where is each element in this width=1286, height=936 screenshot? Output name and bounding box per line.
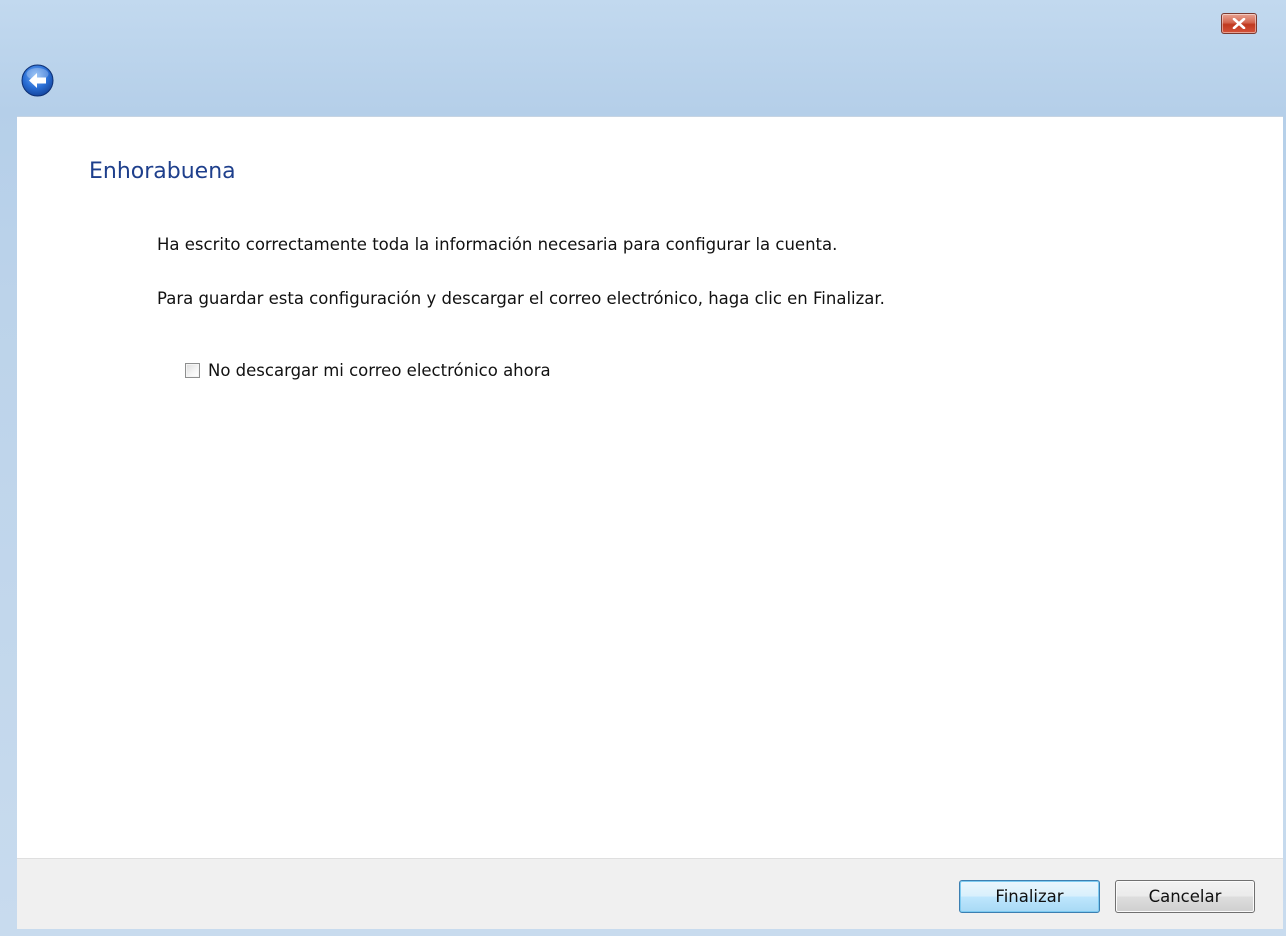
- cancel-button[interactable]: Cancelar: [1115, 880, 1255, 913]
- title-bar: [0, 0, 1286, 116]
- finish-button[interactable]: Finalizar: [959, 880, 1100, 913]
- no-download-checkbox-row[interactable]: No descargar mi correo electrónico ahora: [185, 359, 551, 381]
- no-download-checkbox[interactable]: [185, 362, 200, 378]
- wizard-content: Enhorabuena Ha escrito correctamente tod…: [17, 116, 1283, 858]
- close-icon: [1232, 18, 1246, 29]
- instruction-message: Para guardar esta configuración y descar…: [157, 289, 885, 308]
- back-arrow-icon: [21, 64, 54, 97]
- page-title: Enhorabuena: [89, 159, 236, 184]
- wizard-window: Enhorabuena Ha escrito correctamente tod…: [0, 0, 1286, 936]
- back-button[interactable]: [21, 64, 54, 97]
- close-button[interactable]: [1221, 13, 1257, 34]
- window-bottom-border: [0, 929, 1286, 936]
- wizard-footer: Finalizar Cancelar: [17, 858, 1283, 929]
- no-download-checkbox-label[interactable]: No descargar mi correo electrónico ahora: [208, 361, 551, 380]
- success-message: Ha escrito correctamente toda la informa…: [157, 235, 838, 254]
